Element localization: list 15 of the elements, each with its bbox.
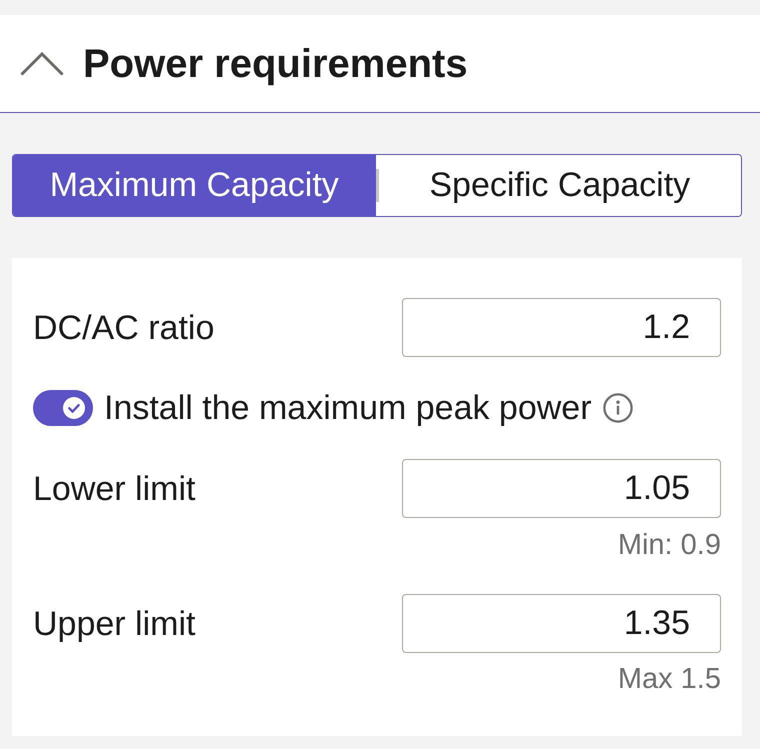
tab[interactable]: Maximum Capacity xyxy=(13,155,376,216)
helper-text: Max 1.5 xyxy=(618,662,721,697)
field-label: Upper limit xyxy=(33,604,196,644)
helper-text: Min: 0.9 xyxy=(618,528,721,563)
chevron-up-icon[interactable] xyxy=(20,52,64,76)
number-input[interactable]: 1.05 xyxy=(402,459,721,518)
field-label: Lower limit xyxy=(33,468,196,508)
section-title: Power requirements xyxy=(83,40,468,86)
toggle-switch[interactable] xyxy=(33,390,93,426)
thumb-check-icon xyxy=(63,397,85,419)
info-icon[interactable] xyxy=(602,393,633,423)
number-input[interactable]: 1.35 xyxy=(402,594,721,653)
number-input[interactable]: 1.2 xyxy=(402,298,721,357)
field-label: DC/AC ratio xyxy=(33,308,214,348)
toggle-label: Install the maximum peak power xyxy=(104,388,592,428)
